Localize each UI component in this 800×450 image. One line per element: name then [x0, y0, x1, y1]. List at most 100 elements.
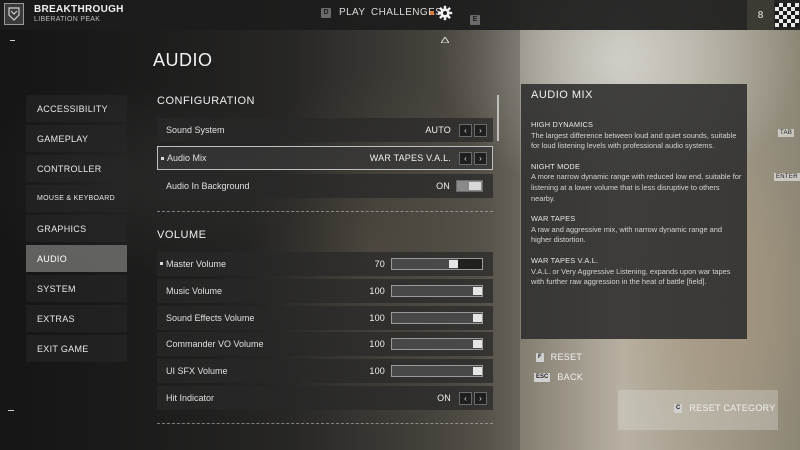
- mode-subtitle: LIBERATION PEAK: [34, 16, 101, 23]
- option-selector: ‹ ›: [459, 124, 487, 137]
- chevron-left-icon[interactable]: ‹: [459, 392, 472, 405]
- slider-fill: [392, 339, 482, 349]
- settings-scrollbar[interactable]: [497, 95, 499, 141]
- setting-value: 100: [369, 313, 385, 323]
- sidebar-item-audio[interactable]: AUDIO: [26, 245, 127, 272]
- music-volume-slider[interactable]: [391, 285, 483, 297]
- back-button[interactable]: ESC BACK: [534, 372, 583, 382]
- setting-row-audio-in-background[interactable]: Audio In Background ON: [157, 174, 493, 198]
- focus-bullet-icon: [160, 262, 163, 265]
- option-selector: ‹ ›: [459, 152, 487, 165]
- setting-label: Sound Effects Volume: [166, 313, 255, 323]
- focus-bullet-icon: [161, 157, 164, 160]
- player-level-badge: 8: [747, 0, 774, 30]
- reset-category-button[interactable]: C RESET CATEGORY: [674, 403, 776, 413]
- sidebar-item-controller[interactable]: CONTROLLER: [26, 155, 127, 182]
- setting-label: Hit Indicator: [166, 393, 215, 403]
- setting-label: Master Volume: [166, 259, 227, 269]
- info-block-heading: WAR TAPES V.A.L.: [531, 255, 599, 265]
- chevron-right-icon[interactable]: ›: [474, 124, 487, 137]
- reset-category-label: RESET CATEGORY: [689, 403, 776, 413]
- nav-next-key-hint[interactable]: E: [470, 8, 480, 26]
- divider-mark: [10, 40, 15, 41]
- active-tab-indicator-icon: [440, 30, 450, 44]
- play-key-hint: D: [321, 7, 331, 18]
- setting-row-commander-vo-volume[interactable]: Commander VO Volume 100: [157, 332, 493, 356]
- setting-value: 100: [369, 339, 385, 349]
- audio-mix-info-panel: AUDIO MIX HIGH DYNAMICS The largest diff…: [521, 84, 747, 339]
- sidebar-item-mouse-keyboard[interactable]: MOUSE & KEYBOARD: [26, 185, 127, 212]
- nav-play-label: PLAY: [339, 7, 366, 18]
- option-selector: ‹ ›: [459, 392, 487, 405]
- setting-label: Sound System: [166, 125, 225, 135]
- back-key-icon: ESC: [534, 372, 551, 382]
- notification-dot: [430, 11, 434, 15]
- mode-logo-icon: [4, 3, 24, 25]
- setting-value: ON: [437, 393, 451, 403]
- commander-vo-volume-slider[interactable]: [391, 338, 483, 350]
- info-block-heading: NIGHT MODE: [531, 161, 581, 171]
- chevron-left-icon[interactable]: ‹: [459, 124, 472, 137]
- sidebar-item-accessibility[interactable]: ACCESSIBILITY: [26, 95, 127, 122]
- configuration-heading: CONFIGURATION: [157, 95, 255, 107]
- info-block-text: A more narrow dynamic range with reduced…: [531, 172, 742, 203]
- info-block-high-dynamics: HIGH DYNAMICS The largest difference bet…: [531, 120, 743, 152]
- setting-row-audio-mix[interactable]: Audio Mix WAR TAPES V.A.L. ‹ ›: [157, 146, 493, 170]
- info-block-text: The largest difference between loud and …: [531, 130, 737, 151]
- tab-key-hint: TAB: [778, 129, 795, 137]
- sidebar-item-system[interactable]: SYSTEM: [26, 275, 127, 302]
- enter-key-hint: ENTER: [774, 173, 800, 181]
- setting-row-sound-system[interactable]: Sound System AUTO ‹ ›: [157, 118, 493, 142]
- info-block-war-tapes-val: WAR TAPES V.A.L. V.A.L. or Very Aggressi…: [531, 256, 743, 288]
- setting-label: Audio In Background: [166, 181, 250, 191]
- setting-row-ui-sfx-volume[interactable]: UI SFX Volume 100: [157, 359, 493, 383]
- nav-play[interactable]: D PLAY: [321, 7, 365, 18]
- info-panel-title: AUDIO MIX: [531, 89, 593, 101]
- slider-fill: [392, 313, 482, 323]
- section-divider: [157, 211, 493, 212]
- divider-mark: [8, 410, 14, 411]
- slider-handle[interactable]: [473, 287, 482, 295]
- slider-fill: [392, 366, 482, 376]
- slider-handle[interactable]: [449, 260, 458, 268]
- info-block-text: V.A.L. or Very Aggressive Listening, exp…: [531, 266, 731, 287]
- sidebar-item-gameplay[interactable]: GAMEPLAY: [26, 125, 127, 152]
- ui-sfx-volume-slider[interactable]: [391, 365, 483, 377]
- info-block-heading: WAR TAPES: [531, 214, 576, 224]
- slider-handle[interactable]: [473, 314, 482, 322]
- chevron-right-icon[interactable]: ›: [474, 392, 487, 405]
- info-block-heading: HIGH DYNAMICS: [531, 120, 594, 129]
- sidebar-item-graphics[interactable]: GRAPHICS: [26, 215, 127, 242]
- back-label: BACK: [557, 372, 584, 382]
- setting-value: 100: [369, 286, 385, 296]
- setting-value: AUTO: [425, 125, 451, 135]
- toggle-knob: [469, 182, 481, 190]
- sound-effects-volume-slider[interactable]: [391, 312, 483, 324]
- slider-handle[interactable]: [473, 340, 482, 348]
- page-title: AUDIO: [153, 50, 213, 70]
- setting-value: 70: [374, 259, 385, 269]
- slider-fill: [392, 286, 482, 296]
- section-divider: [157, 423, 493, 424]
- info-panel-body: HIGH DYNAMICS The largest difference bet…: [531, 120, 743, 298]
- sidebar-item-extras[interactable]: EXTRAS: [26, 305, 127, 332]
- master-volume-slider[interactable]: [391, 258, 483, 270]
- setting-row-hit-indicator[interactable]: Hit Indicator ON ‹ ›: [157, 386, 493, 410]
- player-avatar[interactable]: [775, 3, 799, 27]
- chevron-right-icon[interactable]: ›: [474, 152, 487, 165]
- setting-row-music-volume[interactable]: Music Volume 100: [157, 279, 493, 303]
- setting-label: UI SFX Volume: [166, 366, 228, 376]
- slider-handle[interactable]: [473, 367, 482, 375]
- sidebar-item-exit-game[interactable]: EXIT GAME: [26, 335, 127, 362]
- reset-button[interactable]: F RESET: [536, 352, 582, 362]
- setting-row-master-volume[interactable]: Master Volume 70: [157, 252, 493, 276]
- info-block-text: A raw and aggressive mix, with narrow dy…: [531, 224, 723, 245]
- settings-gear-icon[interactable]: [437, 5, 453, 21]
- settings-sidebar: ACCESSIBILITY GAMEPLAY CONTROLLER MOUSE …: [26, 95, 127, 365]
- mode-title: BREAKTHROUGH: [34, 4, 124, 15]
- chevron-left-icon[interactable]: ‹: [459, 152, 472, 165]
- reset-key-icon: F: [536, 352, 544, 362]
- setting-value: WAR TAPES V.A.L.: [369, 153, 451, 163]
- setting-row-sound-effects-volume[interactable]: Sound Effects Volume 100: [157, 306, 493, 330]
- background-audio-toggle[interactable]: [456, 180, 483, 192]
